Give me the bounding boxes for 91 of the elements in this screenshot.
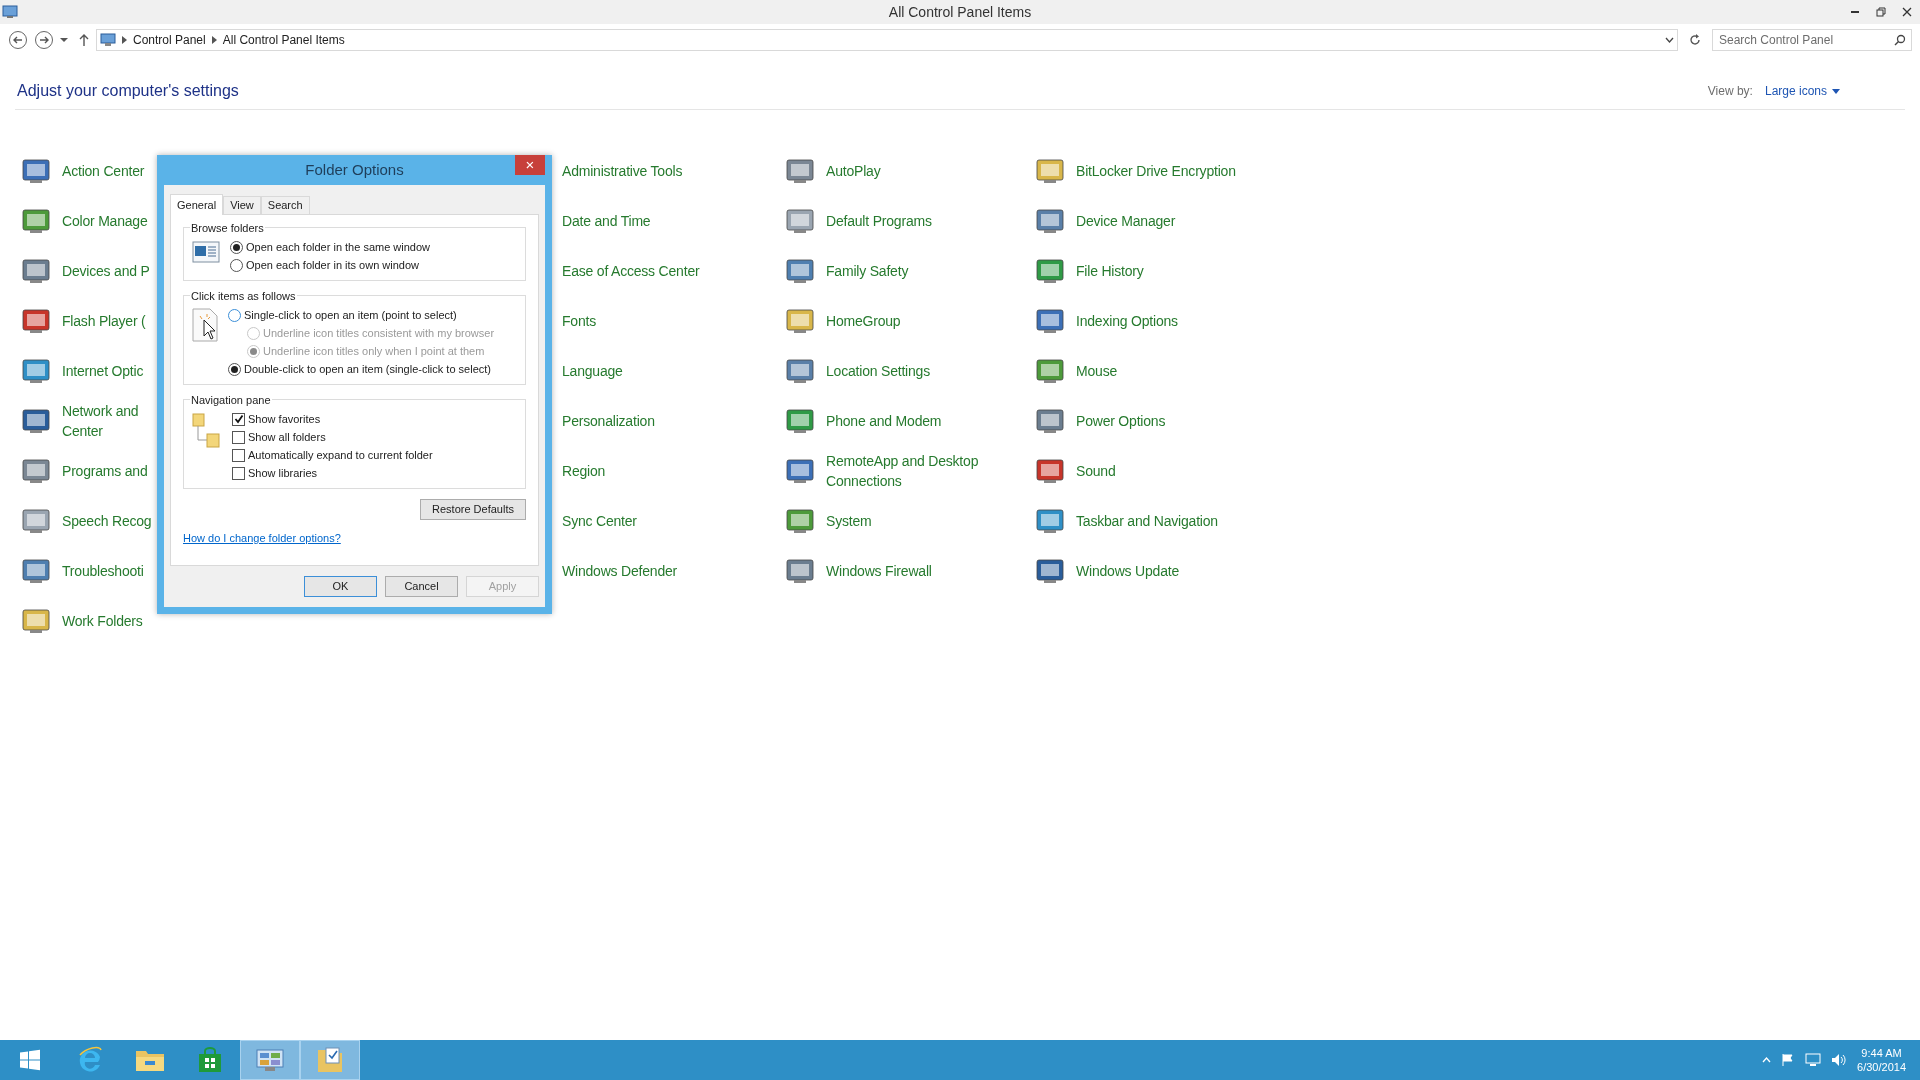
- applet-link[interactable]: Location Settings: [826, 361, 1016, 381]
- applet-link[interactable]: Sound: [1076, 461, 1116, 481]
- view-by-label: View by:: [1707, 83, 1753, 100]
- start-icon: [19, 1049, 41, 1071]
- applet-link[interactable]: File History: [1076, 261, 1144, 281]
- applet-link[interactable]: Administrative Tools: [562, 161, 683, 181]
- control-panel-icon: [100, 33, 116, 47]
- window-title: All Control Panel Items: [888, 2, 1032, 22]
- radio-option[interactable]: Double-click to open an item (single-click to select): [228, 362, 495, 376]
- refresh-icon[interactable]: [1688, 33, 1702, 47]
- taskbar-button[interactable]: [240, 1040, 300, 1080]
- window-layout-icon: [192, 240, 220, 264]
- applet-link[interactable]: RemoteApp and Desktop Connections: [826, 451, 1016, 491]
- restore-defaults-button[interactable]: Restore Defaults: [420, 499, 526, 520]
- page-heading: Adjust your computer's settings: [17, 81, 239, 101]
- applet-link[interactable]: Power Options: [1076, 411, 1166, 431]
- network-icon[interactable]: [1805, 1053, 1822, 1067]
- applet-link[interactable]: AutoPlay: [826, 161, 1016, 181]
- dialog-title: Folder Options: [305, 159, 404, 180]
- chevron-icon: [211, 36, 217, 44]
- applet-link[interactable]: Language: [562, 361, 623, 381]
- applet-link[interactable]: Devices and P: [62, 261, 152, 281]
- applet-link[interactable]: Network and Center: [62, 401, 152, 441]
- forward-icon[interactable]: [34, 30, 54, 50]
- back-icon[interactable]: [8, 30, 28, 50]
- dialog-button[interactable]: OK: [304, 575, 377, 597]
- applet-link[interactable]: Color Manage: [62, 211, 152, 231]
- breadcrumb[interactable]: All Control Panel Items: [222, 31, 345, 49]
- search-field[interactable]: Search Control Panel: [1712, 29, 1912, 51]
- applet-link[interactable]: Action Center: [62, 161, 152, 181]
- applet-link[interactable]: BitLocker Drive Encryption: [1076, 161, 1236, 181]
- applet-link[interactable]: Device Manager: [1076, 211, 1176, 231]
- applet-link[interactable]: Windows Update: [1076, 561, 1180, 581]
- checkbox-option[interactable]: Show favorites: [232, 412, 433, 426]
- checkbox-option[interactable]: Show all folders: [232, 430, 433, 444]
- applet-link[interactable]: Speech Recog: [62, 511, 152, 531]
- applet-link[interactable]: Windows Defender: [562, 561, 678, 581]
- search-icon[interactable]: [1894, 34, 1906, 46]
- folder-options-icon: [315, 1046, 345, 1074]
- dropdown-icon[interactable]: [60, 37, 68, 43]
- checkmark-icon: [233, 414, 244, 424]
- app-icon: [2, 5, 18, 19]
- close-button[interactable]: ×: [515, 155, 545, 175]
- checkbox-option[interactable]: Show libraries: [232, 466, 433, 480]
- dialog-button[interactable]: Cancel: [385, 575, 458, 597]
- up-icon[interactable]: [78, 33, 90, 47]
- applet-link[interactable]: Programs and: [62, 461, 152, 481]
- applet-link[interactable]: Internet Optic: [62, 361, 152, 381]
- radio-option[interactable]: Open each folder in the same window: [230, 240, 431, 254]
- tab[interactable]: View: [223, 196, 261, 214]
- applet-link[interactable]: Family Safety: [826, 261, 1016, 281]
- applet-link[interactable]: System: [826, 511, 1016, 531]
- address-bar[interactable]: Control Panel All Control Panel Items: [96, 29, 1678, 51]
- help-link[interactable]: How do I change folder options?: [183, 530, 341, 547]
- caret-icon: [1832, 88, 1840, 94]
- applet-link[interactable]: Sync Center: [562, 511, 637, 531]
- flag-icon[interactable]: [1781, 1053, 1796, 1067]
- minimize-icon: [1851, 11, 1859, 13]
- applet-link[interactable]: Ease of Access Center: [562, 261, 700, 281]
- applet-link[interactable]: Date and Time: [562, 211, 651, 231]
- applet-link[interactable]: Fonts: [562, 311, 596, 331]
- tab[interactable]: General: [170, 194, 224, 215]
- document-cursor-icon: [192, 308, 218, 342]
- store-bag-icon: [197, 1047, 223, 1073]
- applet-link[interactable]: Phone and Modem: [826, 411, 1016, 431]
- applet-link[interactable]: Windows Firewall: [826, 561, 1016, 581]
- chevron-icon: [122, 36, 127, 44]
- applet-link[interactable]: HomeGroup: [826, 311, 1016, 331]
- checkbox-option[interactable]: Automatically expand to current folder: [232, 448, 433, 462]
- control-panel-icon: [255, 1047, 285, 1073]
- view-by-dropdown[interactable]: Large icons: [1764, 82, 1840, 100]
- applet-link[interactable]: Indexing Options: [1076, 311, 1178, 331]
- dropdown-icon[interactable]: [1665, 37, 1674, 43]
- radio-option[interactable]: Open each folder in its own window: [230, 258, 431, 272]
- close-icon: [1902, 7, 1912, 17]
- applet-link[interactable]: Work Folders: [62, 611, 152, 631]
- applet-link[interactable]: Taskbar and Navigation: [1076, 511, 1218, 531]
- applet-link[interactable]: Flash Player (: [62, 311, 152, 331]
- speaker-icon[interactable]: [1831, 1053, 1848, 1067]
- applet-link[interactable]: Troubleshooti: [62, 561, 152, 581]
- clock[interactable]: 9:44 AM 6/30/2014: [1857, 1046, 1906, 1074]
- applet-link[interactable]: Mouse: [1076, 361, 1118, 381]
- tab[interactable]: Search: [260, 196, 310, 214]
- browser-e-icon: [76, 1046, 104, 1074]
- radio-option[interactable]: Single-click to open an item (point to select): [228, 308, 495, 322]
- restore-icon: [1876, 7, 1886, 17]
- applet-link[interactable]: Region: [562, 461, 606, 481]
- chevron-up-icon[interactable]: [1762, 1057, 1772, 1063]
- applet-link[interactable]: Default Programs: [826, 211, 1016, 231]
- applet-link[interactable]: Personalization: [562, 411, 655, 431]
- breadcrumb[interactable]: Control Panel: [133, 31, 206, 49]
